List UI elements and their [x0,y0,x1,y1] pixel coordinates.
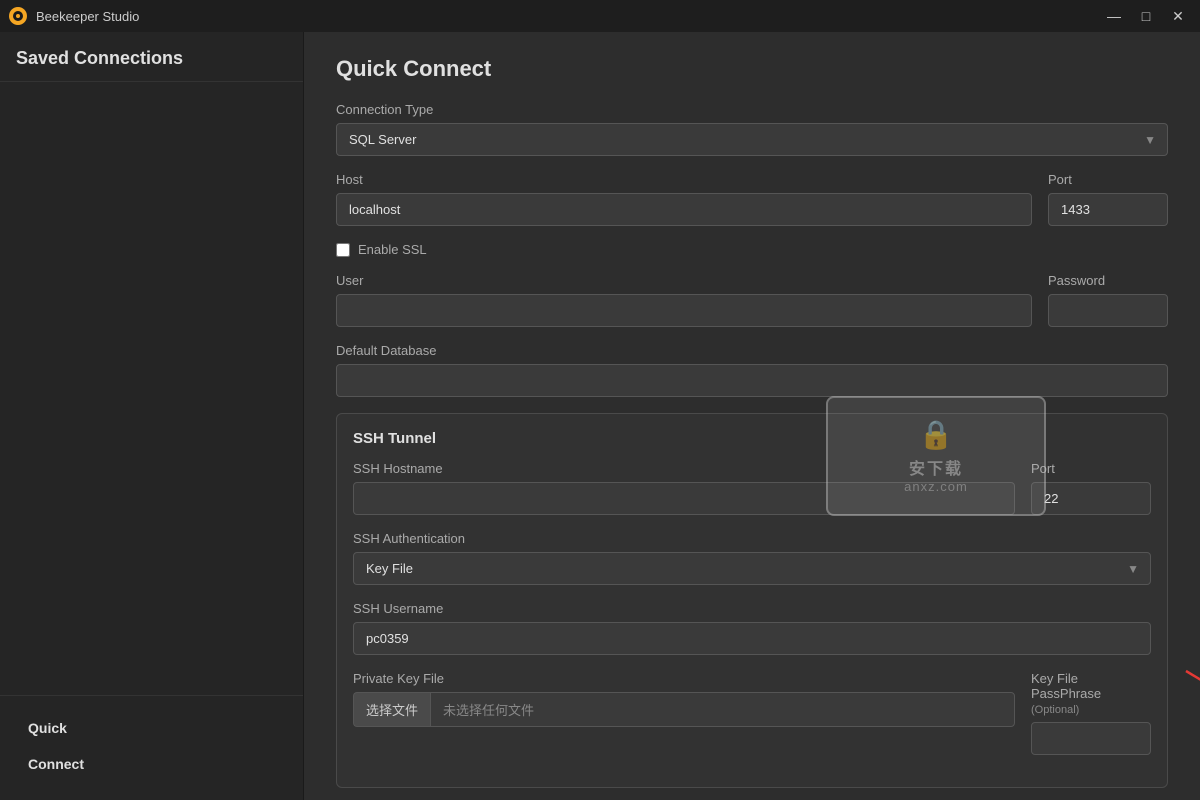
minimize-button[interactable]: — [1100,6,1128,26]
ssh-username-group: SSH Username [353,601,1151,655]
passphrase-label: Key File PassPhrase (Optional) [1031,671,1151,716]
sidebar-item-connect[interactable]: Connect [16,748,287,780]
watermark-lock-icon: 🔒 [919,418,954,451]
user-password-row: User Password [336,273,1168,343]
main-layout: Saved Connections Quick Connect Quick Co… [0,32,1200,800]
choose-file-button[interactable]: 选择文件 [353,692,430,727]
default-database-group: Default Database [336,343,1168,397]
app-icon [8,6,28,26]
private-key-label: Private Key File [353,671,1015,686]
private-key-group: Private Key File 选择文件 未选择任何文件 [353,671,1015,755]
page-title: Quick Connect [336,56,1168,82]
sidebar-content [0,82,303,695]
port-label: Port [1048,172,1168,187]
sidebar-item-quick[interactable]: Quick [16,712,287,744]
title-bar-left: Beekeeper Studio [8,6,139,26]
file-input-row: 选择文件 未选择任何文件 [353,692,1015,727]
connection-type-label: Connection Type [336,102,1168,117]
ssh-username-input[interactable] [353,622,1151,655]
passphrase-optional-text: (Optional) [1031,704,1079,716]
ssh-port-label: Port [1031,461,1151,476]
red-arrow-annotation [1176,666,1200,721]
ssl-row: Enable SSL [336,242,1168,257]
title-bar-controls: — □ ✕ [1100,6,1192,26]
connection-type-select-wrapper: SQL Server ▼ [336,123,1168,156]
watermark-text-sub: anxz.com [904,479,968,494]
ssh-auth-label: SSH Authentication [353,531,1151,546]
passphrase-input[interactable] [1031,722,1151,755]
connection-type-select[interactable]: SQL Server [336,123,1168,156]
maximize-button[interactable]: □ [1132,6,1160,26]
ssh-auth-select-wrapper: Key File ▼ [353,552,1151,585]
ssl-checkbox[interactable] [336,243,350,257]
content-wrapper: Quick Connect Connection Type SQL Server… [336,56,1168,800]
file-name-display: 未选择任何文件 [430,692,1015,727]
title-bar-title: Beekeeper Studio [36,9,139,24]
password-group: Password [1048,273,1168,327]
password-input[interactable] [1048,294,1168,327]
host-group: Host [336,172,1032,226]
port-group: Port [1048,172,1168,226]
user-input[interactable] [336,294,1032,327]
password-label: Password [1048,273,1168,288]
host-label: Host [336,172,1032,187]
ssh-auth-select[interactable]: Key File [353,552,1151,585]
default-database-label: Default Database [336,343,1168,358]
content-area: Quick Connect Connection Type SQL Server… [304,32,1200,800]
title-bar: Beekeeper Studio — □ ✕ [0,0,1200,32]
ssh-auth-group: SSH Authentication Key File ▼ [353,531,1151,585]
user-group: User [336,273,1032,327]
close-button[interactable]: ✕ [1164,6,1192,26]
host-input[interactable] [336,193,1032,226]
ssh-port-input[interactable] [1031,482,1151,515]
sidebar-footer: Quick Connect [0,695,303,800]
default-database-input[interactable] [336,364,1168,397]
passphrase-group: Key File PassPhrase (Optional) [1031,671,1151,755]
ssl-label[interactable]: Enable SSL [358,242,427,257]
user-label: User [336,273,1032,288]
host-port-row: Host Port [336,172,1168,242]
watermark-overlay: 🔒 安下载 anxz.com [826,396,1046,516]
sidebar: Saved Connections Quick Connect [0,32,304,800]
ssh-port-group: Port [1031,461,1151,515]
watermark-text-main: 安下载 [909,455,963,479]
ssh-username-label: SSH Username [353,601,1151,616]
private-key-row: Private Key File 选择文件 未选择任何文件 Key File P… [353,671,1151,771]
passphrase-label-text: Key File PassPhrase [1031,671,1101,701]
port-input[interactable] [1048,193,1168,226]
connection-type-group: Connection Type SQL Server ▼ [336,102,1168,156]
sidebar-header: Saved Connections [0,32,303,82]
